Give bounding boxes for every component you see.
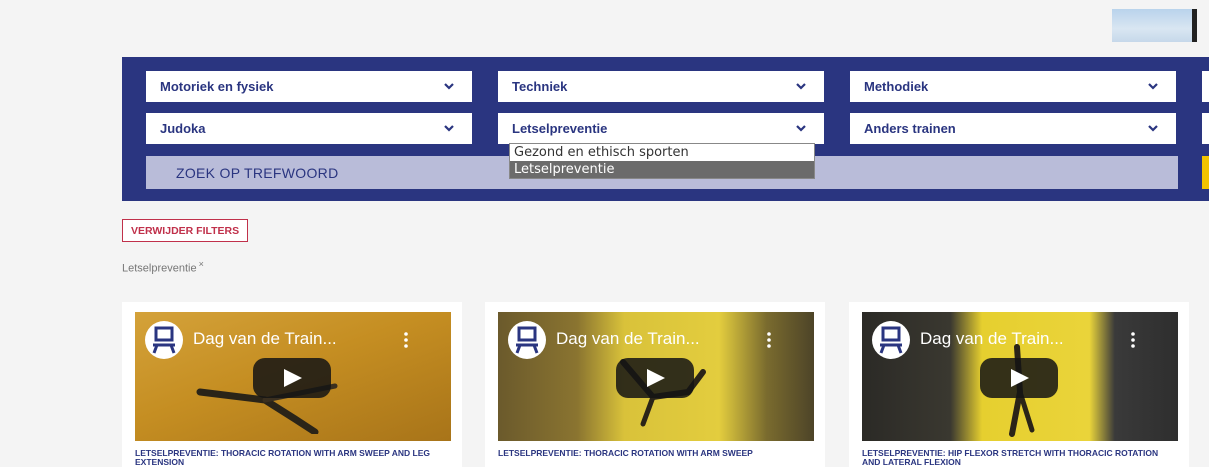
chevron-down-icon <box>444 83 454 90</box>
filter-motoriek-dropdown[interactable]: Motoriek en fysiek <box>146 71 472 102</box>
filter-dropdown-partial[interactable] <box>1202 113 1209 144</box>
chevron-down-icon <box>796 83 806 90</box>
filter-panel: Motoriek en fysiek Techniek Methodiek Ju… <box>122 57 1209 201</box>
active-filter-label: Letselpreventie <box>122 262 197 275</box>
card-title[interactable]: LETSELPREVENTIE: THORACIC ROTATION WITH … <box>135 449 445 467</box>
header-thumbnail-edge <box>1192 9 1197 42</box>
video-title[interactable]: Dag van de Train... <box>556 329 700 349</box>
play-button-icon[interactable] <box>253 358 331 398</box>
channel-logo-icon[interactable] <box>145 321 183 359</box>
more-options-icon[interactable] <box>1128 330 1138 350</box>
video-card[interactable]: Dag van de Train... LETSELPREVENTIE: THO… <box>122 302 462 467</box>
video-player[interactable]: Dag van de Train... <box>862 312 1178 441</box>
channel-logo-icon[interactable] <box>508 321 546 359</box>
video-title[interactable]: Dag van de Train... <box>920 329 1064 349</box>
chevron-down-icon <box>1148 125 1158 132</box>
video-card[interactable]: Dag van de Train... LETSELPREVENTIE: THO… <box>485 302 825 467</box>
dropdown-option-selected[interactable]: Letselpreventie <box>510 161 814 178</box>
card-title[interactable]: LETSELPREVENTIE: THORACIC ROTATION WITH … <box>498 449 808 458</box>
dropdown-label: Letselpreventie <box>512 121 608 136</box>
filter-anders-trainen-dropdown[interactable]: Anders trainen <box>850 113 1176 144</box>
letselpreventie-options-list: Gezond en ethisch sporten Letselpreventi… <box>509 143 815 179</box>
video-card[interactable]: Dag van de Train... LETSELPREVENTIE: HIP… <box>849 302 1189 467</box>
chevron-down-icon <box>444 125 454 132</box>
more-options-icon[interactable] <box>764 330 774 350</box>
remove-filter-icon[interactable]: × <box>199 259 204 269</box>
dropdown-option[interactable]: Gezond en ethisch sporten <box>510 144 814 161</box>
filter-letselpreventie-dropdown[interactable]: Letselpreventie <box>498 113 824 144</box>
dropdown-label: Methodiek <box>864 79 929 94</box>
video-player[interactable]: Dag van de Train... <box>135 312 451 441</box>
video-player[interactable]: Dag van de Train... <box>498 312 814 441</box>
clear-filters-button[interactable]: VERWIJDER FILTERS <box>122 219 249 242</box>
channel-logo-icon[interactable] <box>872 321 910 359</box>
header-thumbnail-image[interactable] <box>1112 9 1197 42</box>
dropdown-label: Techniek <box>512 79 568 94</box>
chevron-down-icon <box>1148 83 1158 90</box>
filter-methodiek-dropdown[interactable]: Methodiek <box>850 71 1176 102</box>
video-title[interactable]: Dag van de Train... <box>193 329 337 349</box>
play-button-icon[interactable] <box>616 358 694 398</box>
filter-judoka-dropdown[interactable]: Judoka <box>146 113 472 144</box>
dropdown-label: Anders trainen <box>864 121 956 136</box>
more-options-icon[interactable] <box>401 330 411 350</box>
dropdown-label: Motoriek en fysiek <box>160 79 274 94</box>
dropdown-label: Judoka <box>160 121 206 136</box>
active-filter-tag[interactable]: Letselpreventie × <box>122 259 204 275</box>
search-placeholder: ZOEK OP TREFWOORD <box>176 164 339 181</box>
chevron-down-icon <box>796 125 806 132</box>
card-title[interactable]: LETSELPREVENTIE: HIP FLEXOR STRETCH WITH… <box>862 449 1172 467</box>
filter-techniek-dropdown[interactable]: Techniek <box>498 71 824 102</box>
play-button-icon[interactable] <box>980 358 1058 398</box>
filter-dropdown-partial[interactable] <box>1202 71 1209 102</box>
search-button[interactable] <box>1202 156 1209 189</box>
